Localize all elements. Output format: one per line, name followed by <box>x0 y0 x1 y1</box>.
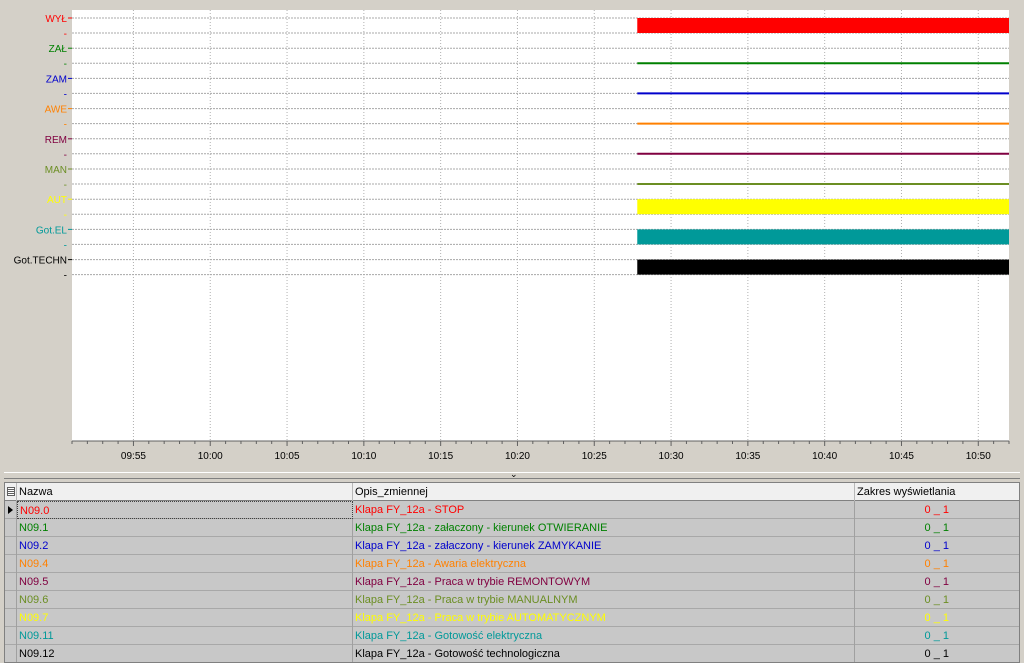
cell-name[interactable]: N09.11 <box>17 627 353 645</box>
column-header-name[interactable]: Nazwa <box>17 483 353 501</box>
plot-area[interactable] <box>72 10 1009 441</box>
x-tick-label: 10:20 <box>505 451 530 462</box>
signal-bar[interactable] <box>637 18 1009 33</box>
cell-range[interactable]: 0 _ 1 <box>855 645 1019 662</box>
x-tick-label: 10:35 <box>735 451 760 462</box>
trend-chart-panel[interactable]: WYŁ - ZAŁ - ZAM - AWE - REM - MAN - AUT - Got.EL - Got.T… <box>0 0 1024 470</box>
channel-label: AWE <box>45 105 68 116</box>
x-tick-label: 10:10 <box>351 451 376 462</box>
cell-description[interactable]: Klapa FY_12a - załaczony - kierunek OTWI… <box>353 519 855 537</box>
x-tick-label: 10:50 <box>966 451 991 462</box>
x-tick-label: 09:55 <box>121 451 146 462</box>
row-pointer-icon <box>8 506 13 514</box>
x-tick-label: 10:25 <box>582 451 607 462</box>
cell-description[interactable]: Klapa FY_12a - załaczony - kierunek ZAMY… <box>353 537 855 555</box>
cell-name[interactable]: N09.7 <box>17 609 353 627</box>
trend-chart[interactable]: WYŁ - ZAŁ - ZAM - AWE - REM - MAN - AUT - Got.EL - Got.T… <box>0 0 1024 470</box>
table-header: Nazwa Opis_zmiennej Zakres wyświetlania <box>5 483 1019 501</box>
channel-label: Got.EL <box>36 225 68 236</box>
x-tick-label: 10:05 <box>275 451 300 462</box>
table-row[interactable]: N09.11 Klapa FY_12a - Gotowość elektryczn… <box>5 627 1019 645</box>
cell-name[interactable]: N09.5 <box>17 573 353 591</box>
grid-icon[interactable] <box>7 487 15 496</box>
channel-tick-label: - <box>64 89 67 100</box>
cell-name[interactable]: N09.12 <box>17 645 353 662</box>
cell-description[interactable]: Klapa FY_12a - Gotowość technologiczna <box>353 645 855 662</box>
channel-tick-label: - <box>64 29 67 40</box>
signal-bar[interactable] <box>637 199 1009 215</box>
table-row[interactable]: N09.1 Klapa FY_12a - załaczony - kierunek… <box>5 519 1019 537</box>
cell-name[interactable]: N09.4 <box>17 555 353 573</box>
channel-tick-label: - <box>64 240 67 251</box>
table-row[interactable]: N09.12 Klapa FY_12a - Gotowość technologi… <box>5 645 1019 662</box>
x-tick-label: 10:00 <box>198 451 223 462</box>
channel-tick-label: - <box>64 59 67 70</box>
cell-description[interactable]: Klapa FY_12a - Gotowość elektryczna <box>353 627 855 645</box>
cell-name[interactable]: N09.0 <box>17 501 353 519</box>
channel-tick-label: - <box>64 150 67 161</box>
channel-label: Got.TECHN <box>14 256 67 267</box>
row-selector[interactable] <box>5 573 17 591</box>
x-tick-label: 10:40 <box>812 451 837 462</box>
cell-description[interactable]: Klapa FY_12a - Praca w trybie AUTOMATYCZ… <box>353 609 855 627</box>
row-selector[interactable] <box>5 501 17 519</box>
cell-range[interactable]: 0 _ 1 <box>855 555 1019 573</box>
channel-tick-label: - <box>64 180 67 191</box>
table-row[interactable]: N09.4 Klapa FY_12a - Awaria elektryczna 0 … <box>5 555 1019 573</box>
channel-label: ZAM <box>46 74 67 85</box>
row-selector[interactable] <box>5 555 17 573</box>
row-selector[interactable] <box>5 609 17 627</box>
cell-range[interactable]: 0 _ 1 <box>855 537 1019 555</box>
table-row[interactable]: N09.7 Klapa FY_12a - Praca w trybie AUTOM… <box>5 609 1019 627</box>
row-selector[interactable] <box>5 537 17 555</box>
row-selector[interactable] <box>5 627 17 645</box>
cell-range[interactable]: 0 _ 1 <box>855 591 1019 609</box>
table-row[interactable]: N09.5 Klapa FY_12a - Praca w trybie REMON… <box>5 573 1019 591</box>
panel-splitter[interactable]: ⌄ <box>4 470 1020 479</box>
table-row[interactable]: N09.0 Klapa FY_12a - STOP 0 _ 1 <box>5 501 1019 519</box>
channel-label: WYŁ <box>45 14 67 25</box>
cell-description[interactable]: Klapa FY_12a - STOP <box>353 501 855 519</box>
channel-label: REM <box>45 135 67 146</box>
channel-tick-label: - <box>64 210 67 221</box>
x-tick-label: 10:30 <box>659 451 684 462</box>
table-row[interactable]: N09.2 Klapa FY_12a - załaczony - kierunek… <box>5 537 1019 555</box>
cell-range[interactable]: 0 _ 1 <box>855 573 1019 591</box>
row-selector[interactable] <box>5 645 17 662</box>
column-header-range[interactable]: Zakres wyświetlania <box>855 483 1019 501</box>
header-corner[interactable] <box>5 483 17 501</box>
cell-name[interactable]: N09.2 <box>17 537 353 555</box>
chevron-down-icon[interactable]: ⌄ <box>510 470 518 479</box>
x-tick-label: 10:45 <box>889 451 914 462</box>
channel-tick-label: - <box>64 120 67 131</box>
table-row[interactable]: N09.6 Klapa FY_12a - Praca w trybie MANUA… <box>5 591 1019 609</box>
cell-description[interactable]: Klapa FY_12a - Praca w trybie REMONTOWYM <box>353 573 855 591</box>
cell-range[interactable]: 0 _ 1 <box>855 519 1019 537</box>
channel-label: AUT <box>47 195 67 206</box>
cell-name[interactable]: N09.6 <box>17 591 353 609</box>
signal-bar[interactable] <box>637 259 1009 275</box>
cell-range[interactable]: 0 _ 1 <box>855 627 1019 645</box>
signal-bar[interactable] <box>637 229 1009 245</box>
cell-name[interactable]: N09.1 <box>17 519 353 537</box>
cell-range[interactable]: 0 _ 1 <box>855 501 1019 519</box>
row-selector[interactable] <box>5 591 17 609</box>
cell-range[interactable]: 0 _ 1 <box>855 609 1019 627</box>
cell-description[interactable]: Klapa FY_12a - Praca w trybie MANUALNYM <box>353 591 855 609</box>
variables-table: Nazwa Opis_zmiennej Zakres wyświetlania … <box>4 482 1020 663</box>
row-selector[interactable] <box>5 519 17 537</box>
channel-label: ZAŁ <box>49 44 68 55</box>
column-header-description[interactable]: Opis_zmiennej <box>353 483 855 501</box>
channel-tick-label: - <box>64 271 67 282</box>
x-tick-label: 10:15 <box>428 451 453 462</box>
channel-label: MAN <box>45 165 67 176</box>
cell-description[interactable]: Klapa FY_12a - Awaria elektryczna <box>353 555 855 573</box>
